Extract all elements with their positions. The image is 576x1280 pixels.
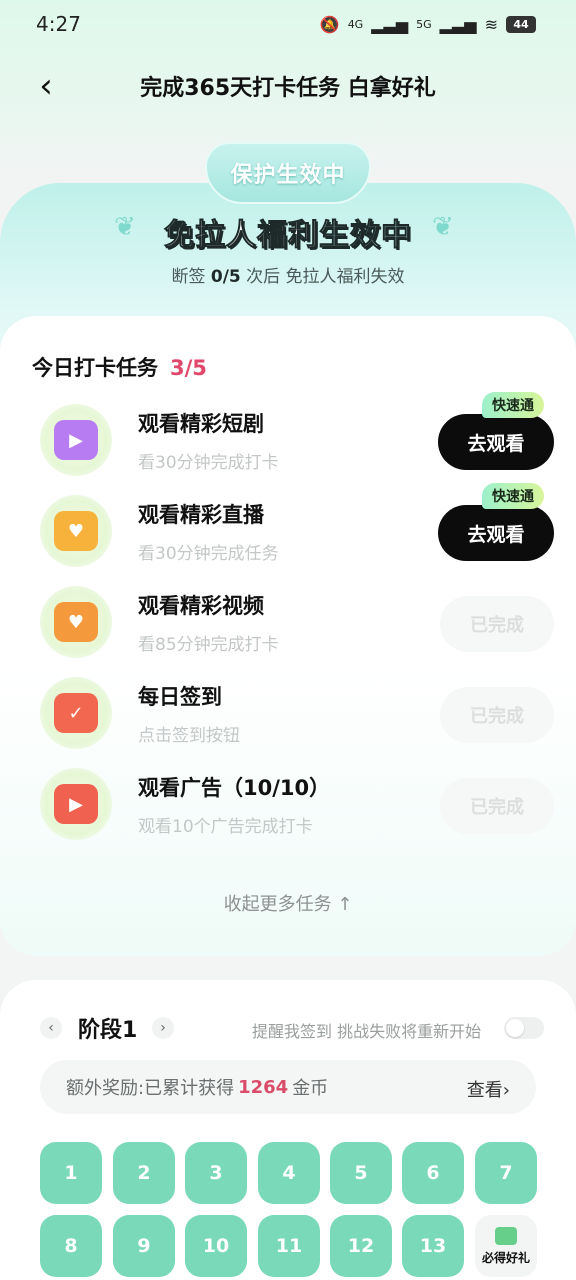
- tv-icon: ▶: [54, 420, 98, 460]
- nav-bar: ‹ 完成365天打卡任务 白拿好礼: [0, 56, 576, 116]
- task-section-label: 今日打卡任务: [32, 356, 158, 380]
- day-cell[interactable]: 8: [40, 1215, 102, 1277]
- day-cell[interactable]: 6: [402, 1142, 464, 1204]
- chevron-right-icon: ›: [160, 1020, 166, 1036]
- collapse-tasks-link[interactable]: 收起更多任务 ↑: [0, 890, 576, 916]
- task-icon-wrap: ♥: [40, 495, 112, 567]
- task-desc: 看30分钟完成打卡: [138, 453, 279, 473]
- status-time: 4:27: [36, 12, 81, 36]
- calendar-icon: ✓: [54, 693, 98, 733]
- banner-sub-count: 0/5: [210, 267, 241, 287]
- task-icon-wrap: ▶: [40, 404, 112, 476]
- task-title: 观看精彩直播: [138, 503, 264, 527]
- reward-suffix: 金币: [292, 1078, 329, 1099]
- video-icon: ♥: [54, 602, 98, 642]
- banner-title-part1: 免拉人福利: [164, 218, 319, 254]
- task-row: ♥ 观看精彩直播 看30分钟完成任务 去观看 快速通: [0, 483, 576, 573]
- wifi-icon: ≋: [484, 14, 498, 34]
- task-row: ♥ 观看精彩视频 看85分钟完成打卡 已完成: [0, 580, 576, 664]
- banner-title: 免拉人福利生效中: [0, 210, 576, 254]
- task-section-title: 今日打卡任务 3/5: [32, 352, 207, 382]
- signal-icon-2: ▂▃▅: [439, 14, 477, 34]
- status-bar: 4:27 🔕 4G ▂▃▅ 5G ▂▃▅ ≋ 44: [0, 0, 576, 48]
- back-button[interactable]: ‹: [28, 66, 64, 106]
- task-desc: 点击签到按钮: [138, 726, 240, 746]
- task-desc: 观看10个广告完成打卡: [138, 817, 313, 837]
- day-cell[interactable]: 10: [185, 1215, 247, 1277]
- shield-badge: 保护生效中: [205, 142, 371, 204]
- day-cell[interactable]: 2: [113, 1142, 175, 1204]
- day-cell[interactable]: 9: [113, 1215, 175, 1277]
- status-icons: 🔕 4G ▂▃▅ 5G ▂▃▅ ≋ 44: [320, 15, 536, 34]
- camera-icon: ♥: [54, 511, 98, 551]
- network-5g-label: 5G: [416, 17, 432, 31]
- task-title: 观看精彩视频: [138, 594, 264, 618]
- battery-icon: 44: [506, 15, 536, 33]
- prev-stage-button[interactable]: ‹: [40, 1017, 62, 1039]
- toggle-knob: [506, 1019, 524, 1037]
- completed-button[interactable]: 已完成: [440, 687, 554, 743]
- gift-label: 必得好礼: [481, 1250, 530, 1265]
- banner-sub-prefix: 断签: [171, 267, 206, 287]
- day-cell[interactable]: 7: [475, 1142, 537, 1204]
- page-title: 完成365天打卡任务 白拿好礼: [140, 76, 436, 101]
- task-desc: 看85分钟完成打卡: [138, 635, 279, 655]
- signal-icon: ▂▃▅: [371, 14, 409, 34]
- banner-sub-suffix: 次后 免拉人福利失效: [246, 267, 405, 287]
- reward-prefix: 额外奖励:已累计获得: [66, 1078, 235, 1099]
- task-title: 观看精彩短剧: [138, 412, 264, 436]
- day-cell[interactable]: 3: [185, 1142, 247, 1204]
- task-icon-wrap: ✓: [40, 677, 112, 749]
- task-title: 每日签到: [138, 685, 222, 709]
- shield-text: 保护生效中: [230, 163, 346, 188]
- day-cell[interactable]: 12: [330, 1215, 392, 1277]
- network-4g-label: 4G: [347, 17, 364, 31]
- banner-subtitle: 断签 0/5 次后 免拉人福利失效: [0, 262, 576, 287]
- day-cell[interactable]: 4: [258, 1142, 320, 1204]
- mute-icon: 🔕: [319, 14, 340, 34]
- completed-button[interactable]: 已完成: [440, 596, 554, 652]
- task-icon-wrap: ▶: [40, 768, 112, 840]
- chevron-left-icon: ‹: [48, 1020, 54, 1036]
- quick-pass-badge: 快速通: [482, 483, 544, 509]
- quick-pass-badge: 快速通: [482, 392, 544, 418]
- day-cell[interactable]: 5: [330, 1142, 392, 1204]
- reward-amount: 1264: [238, 1076, 289, 1098]
- watch-button[interactable]: 去观看: [438, 505, 554, 561]
- task-row: ▶ 观看精彩短剧 看30分钟完成打卡 去观看 快速通: [0, 392, 576, 482]
- watch-button[interactable]: 去观看: [438, 414, 554, 470]
- gift-icon: [495, 1226, 517, 1245]
- reminder-hint: 提醒我签到 挑战失败将重新开始: [252, 1022, 482, 1041]
- reward-bar: 额外奖励:已累计获得 1264 金币 查看›: [40, 1060, 536, 1114]
- task-row: ▶ 观看广告（10/10） 观看10个广告完成打卡 已完成: [0, 762, 576, 846]
- view-rewards-link[interactable]: 查看›: [467, 1076, 510, 1102]
- day-cell[interactable]: 1: [40, 1142, 102, 1204]
- stage-title: 阶段1: [78, 1018, 138, 1043]
- completed-button[interactable]: 已完成: [440, 778, 554, 834]
- task-desc: 看30分钟完成任务: [138, 544, 279, 564]
- day-cell[interactable]: 13: [402, 1215, 464, 1277]
- reminder-toggle[interactable]: [504, 1017, 544, 1039]
- next-stage-button[interactable]: ›: [152, 1017, 174, 1039]
- day-cell[interactable]: 11: [258, 1215, 320, 1277]
- banner-title-part2: 生效中: [319, 218, 412, 254]
- gift-cell[interactable]: 必得好礼: [475, 1215, 537, 1277]
- task-icon-wrap: ♥: [40, 586, 112, 658]
- task-progress-count: 3/5: [170, 356, 207, 380]
- task-title: 观看广告（10/10）: [138, 776, 331, 800]
- task-row: ✓ 每日签到 点击签到按钮 已完成: [0, 671, 576, 755]
- back-arrow-icon: ‹: [39, 66, 53, 106]
- stage-header: ‹ 阶段1 › 提醒我签到 挑战失败将重新开始: [0, 1010, 576, 1046]
- ad-icon: ▶: [54, 784, 98, 824]
